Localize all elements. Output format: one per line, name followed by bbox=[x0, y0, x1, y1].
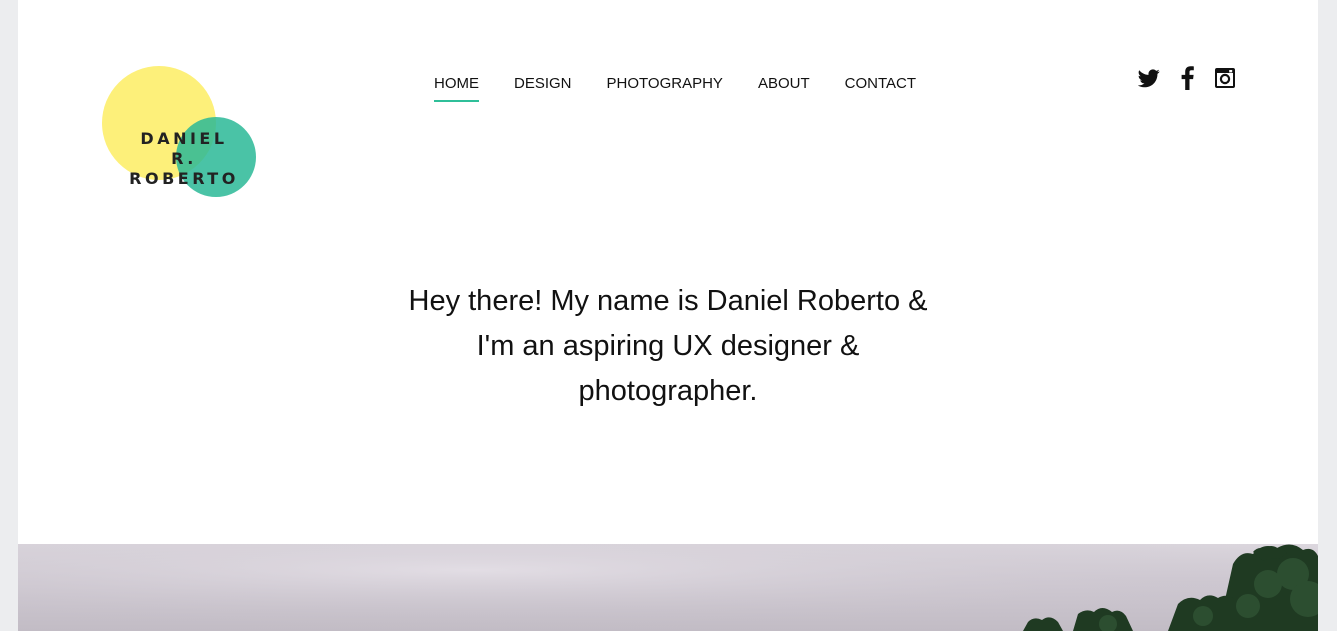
main-nav: HOME DESIGN PHOTOGRAPHY ABOUT CONTACT bbox=[434, 74, 951, 102]
hero-intro-text: Hey there! My name is Daniel Roberto & I… bbox=[368, 279, 968, 414]
nav-item-home[interactable]: HOME bbox=[434, 74, 479, 102]
nav-item-design[interactable]: DESIGN bbox=[514, 74, 572, 102]
logo-line-1: DANIEL R. bbox=[140, 129, 228, 168]
logo-line-2: ROBERTO bbox=[129, 169, 239, 188]
landscape-photo bbox=[18, 544, 1318, 631]
instagram-icon[interactable] bbox=[1212, 66, 1238, 90]
site-logo[interactable]: DANIEL R. ROBERTO bbox=[102, 66, 262, 200]
hero-line-1: Hey there! My name is Daniel Roberto & bbox=[408, 285, 928, 317]
nav-item-photography[interactable]: PHOTOGRAPHY bbox=[607, 74, 723, 102]
page: DANIEL R. ROBERTO HOME DESIGN PHOTOGRAPH… bbox=[18, 0, 1318, 631]
nav-item-contact[interactable]: CONTACT bbox=[845, 74, 916, 102]
twitter-icon[interactable] bbox=[1136, 66, 1162, 90]
hero-line-3: photographer. bbox=[578, 375, 758, 407]
hero-line-2: I'm an aspiring UX designer & bbox=[476, 330, 860, 362]
tree-silhouette bbox=[18, 544, 1318, 631]
nav-item-about[interactable]: ABOUT bbox=[758, 74, 810, 102]
logo-text: DANIEL R. ROBERTO bbox=[124, 129, 244, 189]
facebook-icon[interactable] bbox=[1174, 66, 1200, 90]
social-links bbox=[1136, 66, 1250, 90]
